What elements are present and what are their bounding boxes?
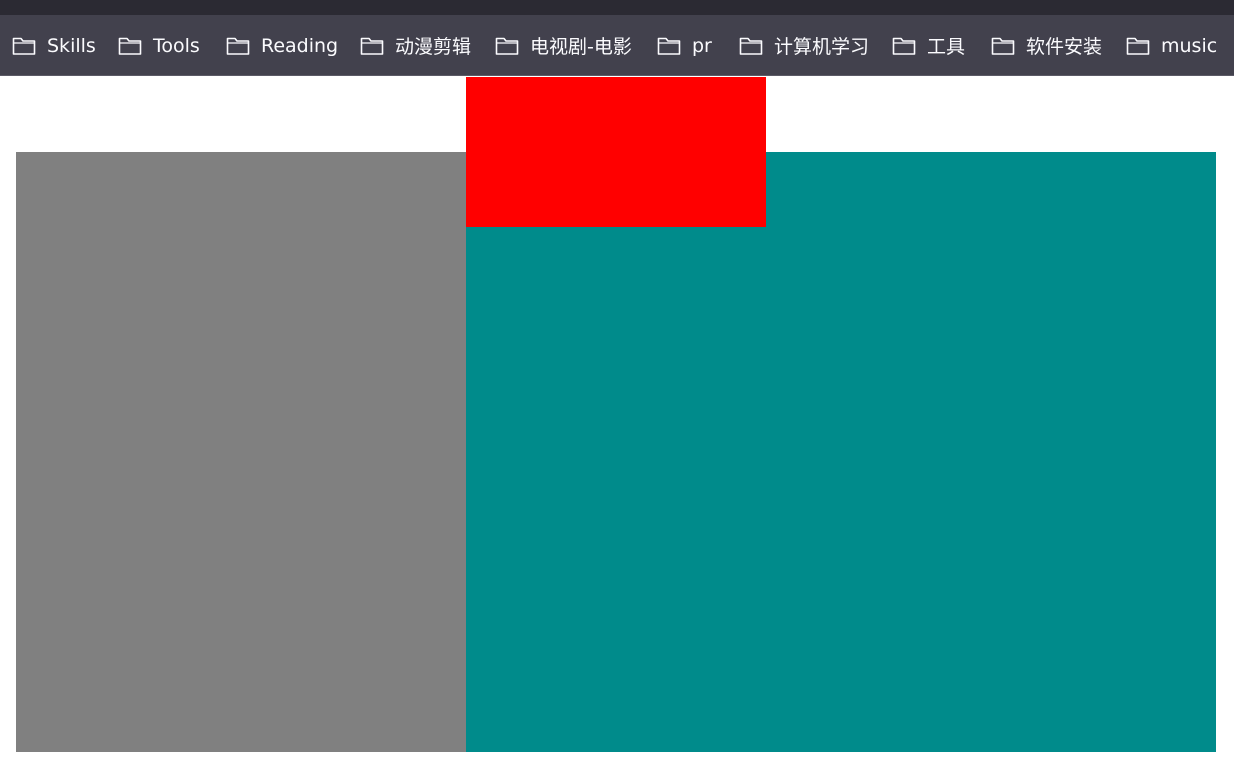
- window-top-strip: [0, 0, 1234, 15]
- bookmark-folder-pr[interactable]: pr: [657, 15, 712, 76]
- bookmark-label: 计算机学习: [774, 36, 870, 58]
- bookmark-label: Skills: [47, 34, 96, 57]
- bookmark-folder-tools-cn[interactable]: 工具: [892, 15, 965, 76]
- bookmark-label: music: [1161, 34, 1218, 57]
- bookmark-label: 软件安装: [1026, 36, 1103, 58]
- bookmark-folder-cs-learning[interactable]: 计算机学习: [739, 15, 869, 76]
- bookmark-label: Tools: [153, 34, 200, 57]
- red-box: [466, 77, 766, 227]
- folder-icon: [1126, 36, 1150, 56]
- bookmark-folder-music[interactable]: music: [1126, 15, 1217, 76]
- bookmarks-toolbar: Skills Tools Reading 动漫剪辑 电视剧-电影 pr 计算机学…: [0, 15, 1234, 76]
- folder-icon: [360, 36, 384, 56]
- bookmark-label: 电视剧-电影: [530, 36, 632, 58]
- bookmark-label: pr: [692, 34, 712, 57]
- folder-icon: [739, 36, 763, 56]
- folder-icon: [892, 36, 916, 56]
- folder-icon: [657, 36, 681, 56]
- bookmark-folder-reading[interactable]: Reading: [226, 15, 338, 76]
- folder-icon: [991, 36, 1015, 56]
- bookmark-folder-software-install[interactable]: 软件安装: [991, 15, 1102, 76]
- folder-icon: [118, 36, 142, 56]
- teal-box: [466, 152, 1216, 752]
- bookmark-folder-skills[interactable]: Skills: [12, 15, 96, 76]
- bookmark-folder-anime-editing[interactable]: 动漫剪辑: [360, 15, 471, 76]
- page-content: [0, 77, 1234, 766]
- bookmark-folder-tv-movies[interactable]: 电视剧-电影: [495, 15, 632, 76]
- folder-icon: [12, 36, 36, 56]
- bookmark-label: Reading: [261, 34, 339, 57]
- bookmark-label: 动漫剪辑: [395, 36, 472, 58]
- folder-icon: [226, 36, 250, 56]
- gray-box: [16, 152, 466, 752]
- bookmark-folder-tools[interactable]: Tools: [118, 15, 200, 76]
- folder-icon: [495, 36, 519, 56]
- bookmark-label: 工具: [927, 36, 966, 58]
